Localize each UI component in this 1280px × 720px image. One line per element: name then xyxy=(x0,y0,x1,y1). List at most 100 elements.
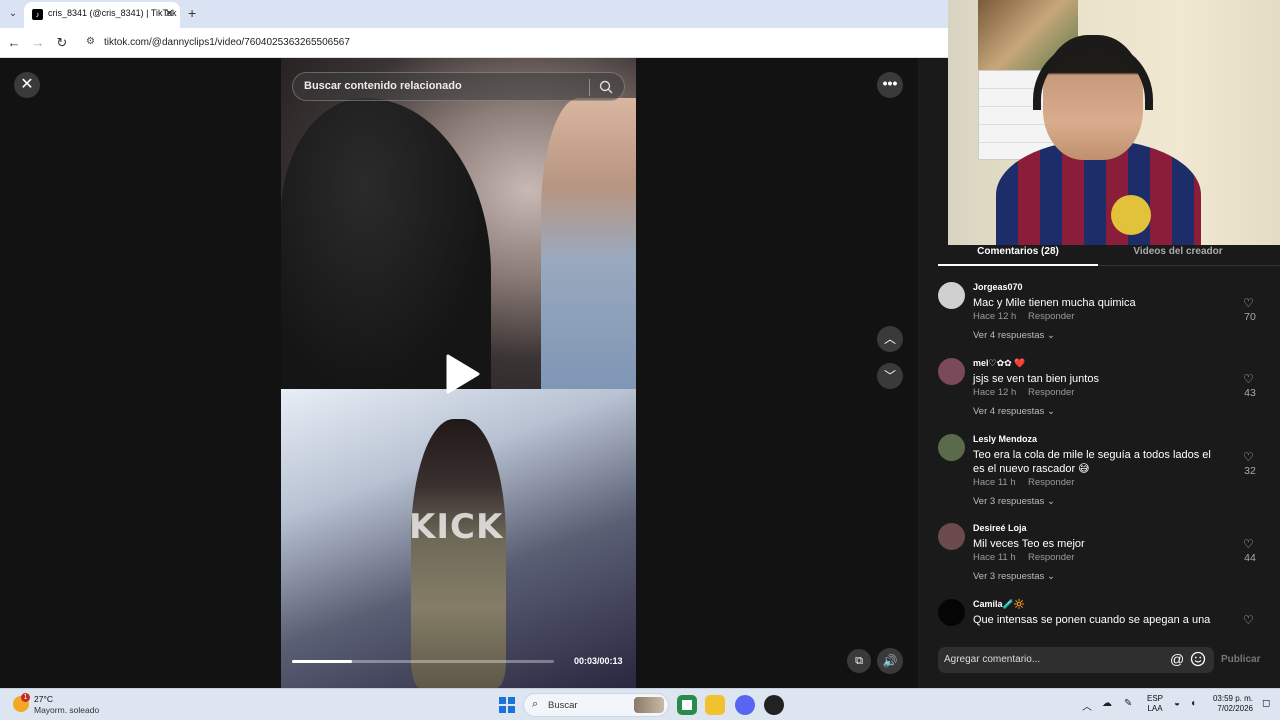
notifications-icon[interactable]: ◻ xyxy=(1262,698,1270,709)
new-tab-button[interactable]: + xyxy=(188,5,196,21)
reply-button[interactable]: Responder xyxy=(1028,477,1074,488)
comment-time: Hace 12 h xyxy=(973,311,1017,322)
like-count: 32 xyxy=(1244,465,1256,477)
pip-icon[interactable]: ⧉ xyxy=(847,649,871,673)
heart-icon[interactable]: ♡ xyxy=(1243,613,1254,627)
comment-item: Desireé Loja Mil veces Teo es mejor ♡ 44 Hac… xyxy=(938,519,1268,595)
search-icon[interactable] xyxy=(598,79,614,95)
taskbar: 1 27°C Mayorm. soleado ⌕ Buscar ︿ ☁ ✎ ES… xyxy=(0,688,1280,720)
avatar[interactable] xyxy=(938,282,965,309)
tab-title: cris_8341 (@cris_8341) | TikTok xyxy=(48,8,177,18)
discord-icon[interactable] xyxy=(735,695,755,715)
sponsor-logo xyxy=(1111,195,1151,235)
heart-icon[interactable]: ♡ xyxy=(1243,372,1254,386)
girl-in-dress xyxy=(541,98,636,389)
browser-tab-tiktok[interactable]: ♪ cris_8341 (@cris_8341) | TikTok ✕ xyxy=(24,2,180,28)
search-icon: ⌕ xyxy=(532,698,539,710)
lang-line2: LAA xyxy=(1147,704,1163,713)
video-scene-bottom: KICK xyxy=(281,389,636,688)
avatar[interactable] xyxy=(938,523,965,550)
reload-icon[interactable]: ↻ xyxy=(54,35,70,51)
comment-item: mel♡✿✿ ❤️ jsjs se ven tan bien juntos ♡ 43 H… xyxy=(938,354,1268,430)
clock[interactable]: 03:59 p. m. 7/02/2026 xyxy=(1205,694,1253,714)
like-count: 70 xyxy=(1244,311,1256,323)
related-search-input[interactable]: Buscar contenido relacionado xyxy=(292,72,625,101)
site-info-icon[interactable]: ⚙ xyxy=(86,36,98,48)
time-display: 00:03/00:13 xyxy=(574,656,623,666)
play-icon[interactable] xyxy=(444,354,480,394)
heart-icon[interactable]: ♡ xyxy=(1243,296,1254,310)
search-highlight-image xyxy=(634,697,664,713)
view-replies-label: Ver 3 respuestas xyxy=(973,496,1045,507)
wifi-icon[interactable]: ◒ xyxy=(1174,698,1180,709)
close-icon[interactable]: ✕ xyxy=(14,72,40,98)
emoji-icon[interactable] xyxy=(1190,651,1206,667)
reply-button[interactable]: Responder xyxy=(1028,552,1074,563)
comment-username[interactable]: Lesly Mendoza xyxy=(973,434,1037,444)
avatar[interactable] xyxy=(938,358,965,385)
network-icon[interactable]: ☁ xyxy=(1102,698,1112,709)
weather-temp[interactable]: 27°C xyxy=(34,694,53,704)
mention-icon[interactable]: @ xyxy=(1170,651,1184,667)
comment-text: Mac y Mile tienen mucha quimica xyxy=(973,297,1136,309)
chevron-down-icon: ⌄ xyxy=(1046,496,1055,507)
more-options-icon[interactable]: ••• xyxy=(877,72,903,98)
publish-button[interactable]: Publicar xyxy=(1221,654,1260,665)
chevron-down-icon: ⌄ xyxy=(1046,571,1055,582)
start-icon[interactable] xyxy=(499,697,515,713)
view-replies-button[interactable]: Ver 3 respuestas ⌄ xyxy=(973,571,1055,582)
file-explorer-icon[interactable] xyxy=(705,695,725,715)
view-replies-button[interactable]: Ver 4 respuestas ⌄ xyxy=(973,330,1055,341)
comment-item: Jorgeas070 Mac y Mile tienen mucha quimic… xyxy=(938,278,1268,354)
volume-icon[interactable]: 🔊 xyxy=(877,648,903,674)
heart-icon[interactable]: ♡ xyxy=(1243,450,1254,464)
tab-creator-videos[interactable]: Videos del creador xyxy=(1098,246,1258,257)
tab-list-button[interactable]: ⌄ xyxy=(4,5,22,23)
pen-icon[interactable]: ✎ xyxy=(1124,698,1132,709)
address-bar[interactable]: ⚙ tiktok.com/@dannyclips1/video/76040253… xyxy=(80,32,940,54)
previous-video-icon[interactable]: ︿ xyxy=(877,326,903,352)
heart-icon[interactable]: ♡ xyxy=(1243,537,1254,551)
view-replies-button[interactable]: Ver 4 respuestas ⌄ xyxy=(973,406,1055,417)
progress-bar[interactable] xyxy=(292,660,554,663)
app-icon[interactable] xyxy=(764,695,784,715)
comment-username[interactable]: mel♡✿✿ ❤️ xyxy=(973,358,1025,369)
tab-close-icon[interactable]: ✕ xyxy=(165,7,174,20)
comment-text: jsjs se ven tan bien juntos xyxy=(973,373,1099,385)
comments-list: Jorgeas070 Mac y Mile tienen mucha quimic… xyxy=(938,278,1268,632)
avatar[interactable] xyxy=(938,599,965,626)
next-video-icon[interactable]: ﹀ xyxy=(877,363,903,389)
view-replies-label: Ver 4 respuestas xyxy=(973,330,1045,341)
language-indicator[interactable]: ESP LAA xyxy=(1147,694,1163,714)
comment-text: Mil veces Teo es mejor xyxy=(973,538,1085,550)
chevron-down-icon: ⌄ xyxy=(1046,330,1055,341)
comment-username[interactable]: Desireé Loja xyxy=(973,523,1027,533)
add-comment-placeholder: Agregar comentario... xyxy=(944,654,1041,665)
clock-date: 7/02/2026 xyxy=(1217,704,1253,713)
back-icon[interactable]: ← xyxy=(6,35,22,51)
avatar[interactable] xyxy=(938,434,965,461)
comment-item: Camila🧪🔆 Que intensas se ponen cuando se … xyxy=(938,595,1268,632)
tab-comments[interactable]: Comentarios (28) xyxy=(938,246,1098,257)
reply-button[interactable]: Responder xyxy=(1028,387,1074,398)
like-count: 44 xyxy=(1244,552,1256,564)
view-replies-button[interactable]: Ver 3 respuestas ⌄ xyxy=(973,496,1055,507)
comment-username[interactable]: Camila🧪🔆 xyxy=(973,599,1025,610)
comment-text: Que intensas se ponen cuando se apegan a… xyxy=(973,614,1211,626)
speaker-icon[interactable]: ◖ xyxy=(1190,698,1196,709)
reply-button[interactable]: Responder xyxy=(1028,311,1074,322)
hooded-person xyxy=(281,98,491,389)
view-replies-label: Ver 4 respuestas xyxy=(973,406,1045,417)
forward-icon[interactable]: → xyxy=(30,35,46,51)
weather-badge: 1 xyxy=(21,693,30,702)
lang-line1: ESP xyxy=(1147,694,1164,703)
weather-desc[interactable]: Mayorm. soleado xyxy=(34,705,99,715)
add-comment-input[interactable]: Agregar comentario... @ xyxy=(938,647,1214,673)
tray-chevron-icon[interactable]: ︿ xyxy=(1082,698,1092,713)
url-text[interactable]: tiktok.com/@dannyclips1/video/7604025363… xyxy=(104,37,350,48)
kick-watermark: KICK xyxy=(409,507,504,547)
view-replies-label: Ver 3 respuestas xyxy=(973,571,1045,582)
taskbar-search[interactable]: ⌕ Buscar xyxy=(523,693,669,717)
comment-username[interactable]: Jorgeas070 xyxy=(973,282,1023,292)
chrome-icon[interactable] xyxy=(677,695,697,715)
